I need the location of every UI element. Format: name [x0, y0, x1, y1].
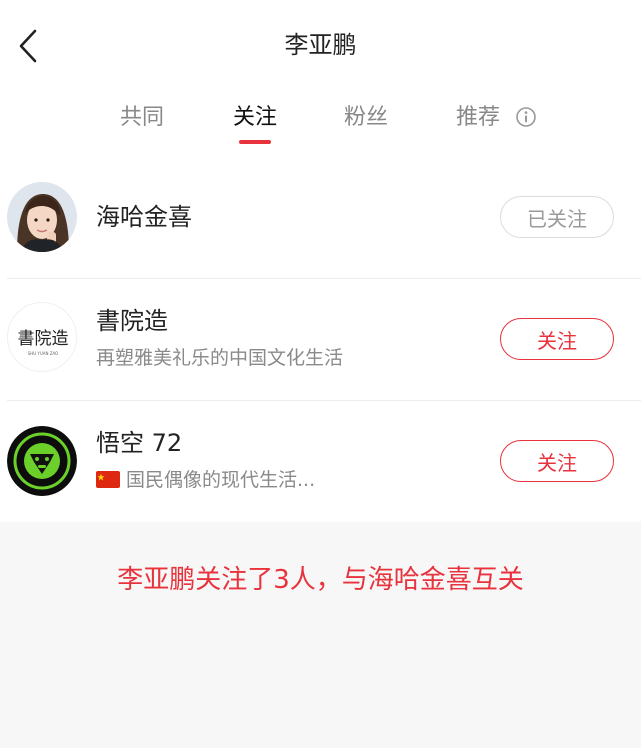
user-row[interactable]: 悟空 72 国民偶像的现代生活... 关注	[0, 402, 641, 520]
tab-common[interactable]: 共同	[120, 98, 164, 138]
content-area: 李亚鹏 共同 关注 粉丝 推荐 海哈金喜 已关注 書院造 SHU YUAN ZA…	[0, 0, 641, 522]
user-description-text: 国民偶像的现代生活...	[126, 469, 316, 491]
divider	[7, 400, 641, 401]
tab-label: 共同	[120, 105, 165, 130]
button-label: 已关注	[527, 206, 587, 231]
divider	[7, 278, 641, 279]
user-name[interactable]: 書院造	[96, 304, 168, 338]
user-description: 再塑雅美礼乐的中国文化生活	[96, 347, 344, 369]
follow-summary: 李亚鹏关注了3人，与海哈金喜互关	[117, 565, 524, 595]
tab-following[interactable]: 关注	[233, 98, 278, 144]
avatar[interactable]	[7, 426, 77, 496]
follow-button[interactable]: 关注	[500, 318, 614, 360]
info-icon[interactable]	[515, 106, 537, 128]
user-name[interactable]: 悟空 72	[96, 426, 182, 460]
user-description: 国民偶像的现代生活...	[96, 466, 315, 494]
china-flag-icon	[96, 470, 120, 488]
tab-label: 粉丝	[344, 105, 389, 130]
tab-fans[interactable]: 粉丝	[344, 98, 388, 138]
button-label: 关注	[537, 450, 577, 475]
avatar[interactable]: 書院造 SHU YUAN ZAO	[7, 302, 77, 372]
tab-label: 关注	[233, 105, 278, 130]
button-label: 关注	[537, 328, 577, 353]
avatar[interactable]	[7, 182, 77, 252]
follow-button[interactable]: 关注	[500, 440, 614, 482]
user-row[interactable]: 海哈金喜 已关注	[0, 158, 641, 276]
avatar-logo-subtext: SHU YUAN ZAO	[28, 351, 59, 356]
page-title: 李亚鹏	[284, 31, 357, 59]
followed-button[interactable]: 已关注	[500, 196, 614, 238]
avatar-logo-text: 書院造	[18, 329, 69, 349]
active-tab-indicator	[239, 140, 272, 144]
user-row[interactable]: 書院造 SHU YUAN ZAO 書院造 再塑雅美礼乐的中国文化生活 关注	[0, 280, 641, 398]
tab-label: 推荐	[456, 105, 501, 130]
tab-bar: 共同 关注 粉丝 推荐	[0, 98, 641, 158]
user-name[interactable]: 海哈金喜	[96, 200, 192, 234]
tab-recommended[interactable]: 推荐	[456, 98, 537, 138]
